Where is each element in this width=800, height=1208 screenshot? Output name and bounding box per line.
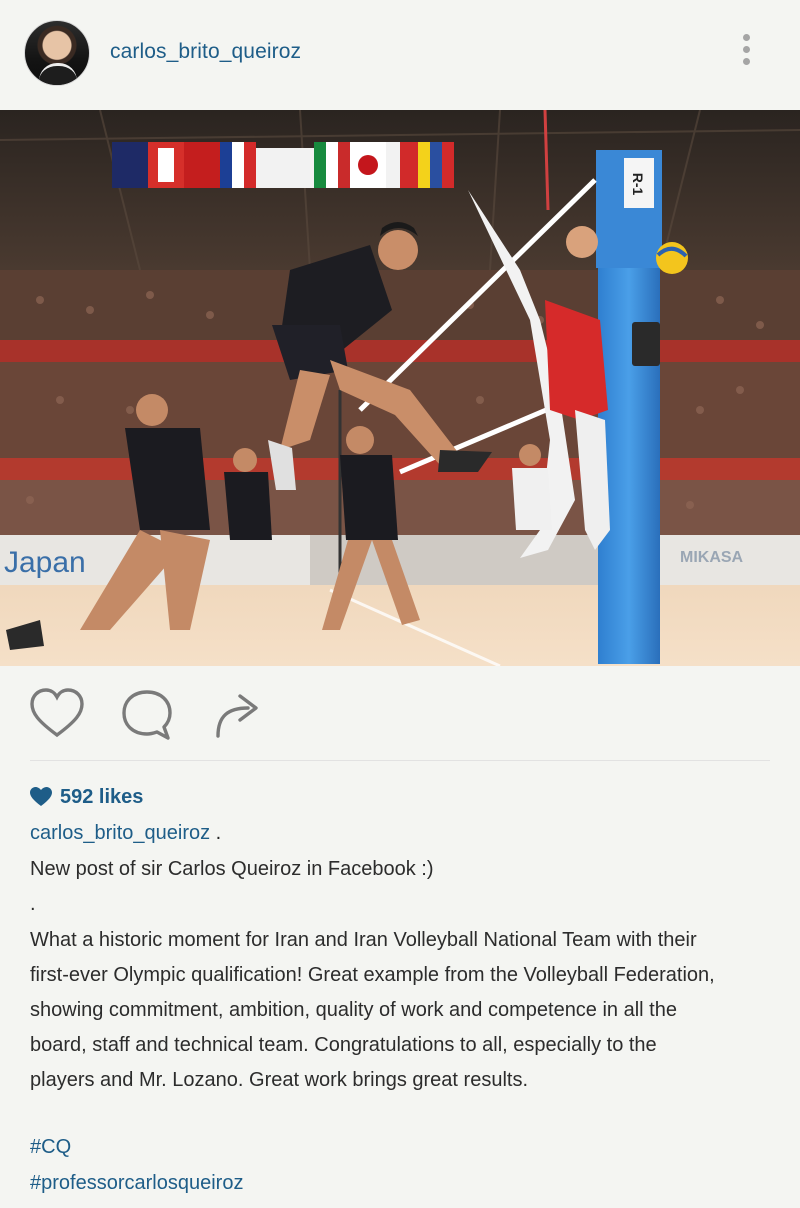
likes-count: 592 likes	[60, 785, 144, 808]
flags	[112, 142, 454, 188]
comment-icon[interactable]	[118, 686, 176, 744]
heart-filled-icon	[30, 787, 52, 806]
post-photo[interactable]: Japan MIKASA R-1	[0, 110, 800, 666]
caption-line: New post of sir Carlos Queiroz in Facebo…	[30, 858, 434, 880]
divider	[30, 760, 770, 761]
caption-line: What a historic moment for Iran and Iran…	[30, 929, 697, 951]
caption-line: first-ever Olympic qualification! Great …	[30, 964, 715, 986]
pole-label: R-1	[630, 173, 646, 196]
caption-line: players and Mr. Lozano. Great work bring…	[30, 1069, 529, 1091]
post-username[interactable]: carlos_brito_queiroz	[110, 40, 301, 64]
banner-right-text: MIKASA	[680, 549, 744, 566]
more-vertical-icon[interactable]	[735, 34, 757, 74]
action-bar	[0, 670, 800, 760]
caption-line: board, staff and technical team. Congrat…	[30, 1034, 657, 1056]
caption-line: showing commitment, ambition, quality of…	[30, 999, 677, 1021]
hashtag-link[interactable]: #CQ	[30, 1136, 71, 1159]
volleyball-photo: Japan MIKASA R-1	[0, 110, 800, 666]
avatar[interactable]	[24, 20, 90, 86]
banner-left-text: Japan	[4, 546, 86, 579]
share-icon[interactable]	[208, 686, 266, 744]
heart-icon[interactable]	[28, 686, 86, 744]
caption-username[interactable]: carlos_brito_queiroz	[30, 822, 210, 844]
caption-username-row: carlos_brito_queiroz .	[30, 822, 221, 845]
hashtag-link[interactable]: #professorcarlosqueiroz	[30, 1172, 243, 1195]
likes-row[interactable]: 592 likes	[30, 784, 143, 810]
caption-username-suffix: .	[210, 822, 222, 844]
caption-line: .	[30, 893, 36, 915]
post-header: carlos_brito_queiroz	[0, 0, 800, 108]
